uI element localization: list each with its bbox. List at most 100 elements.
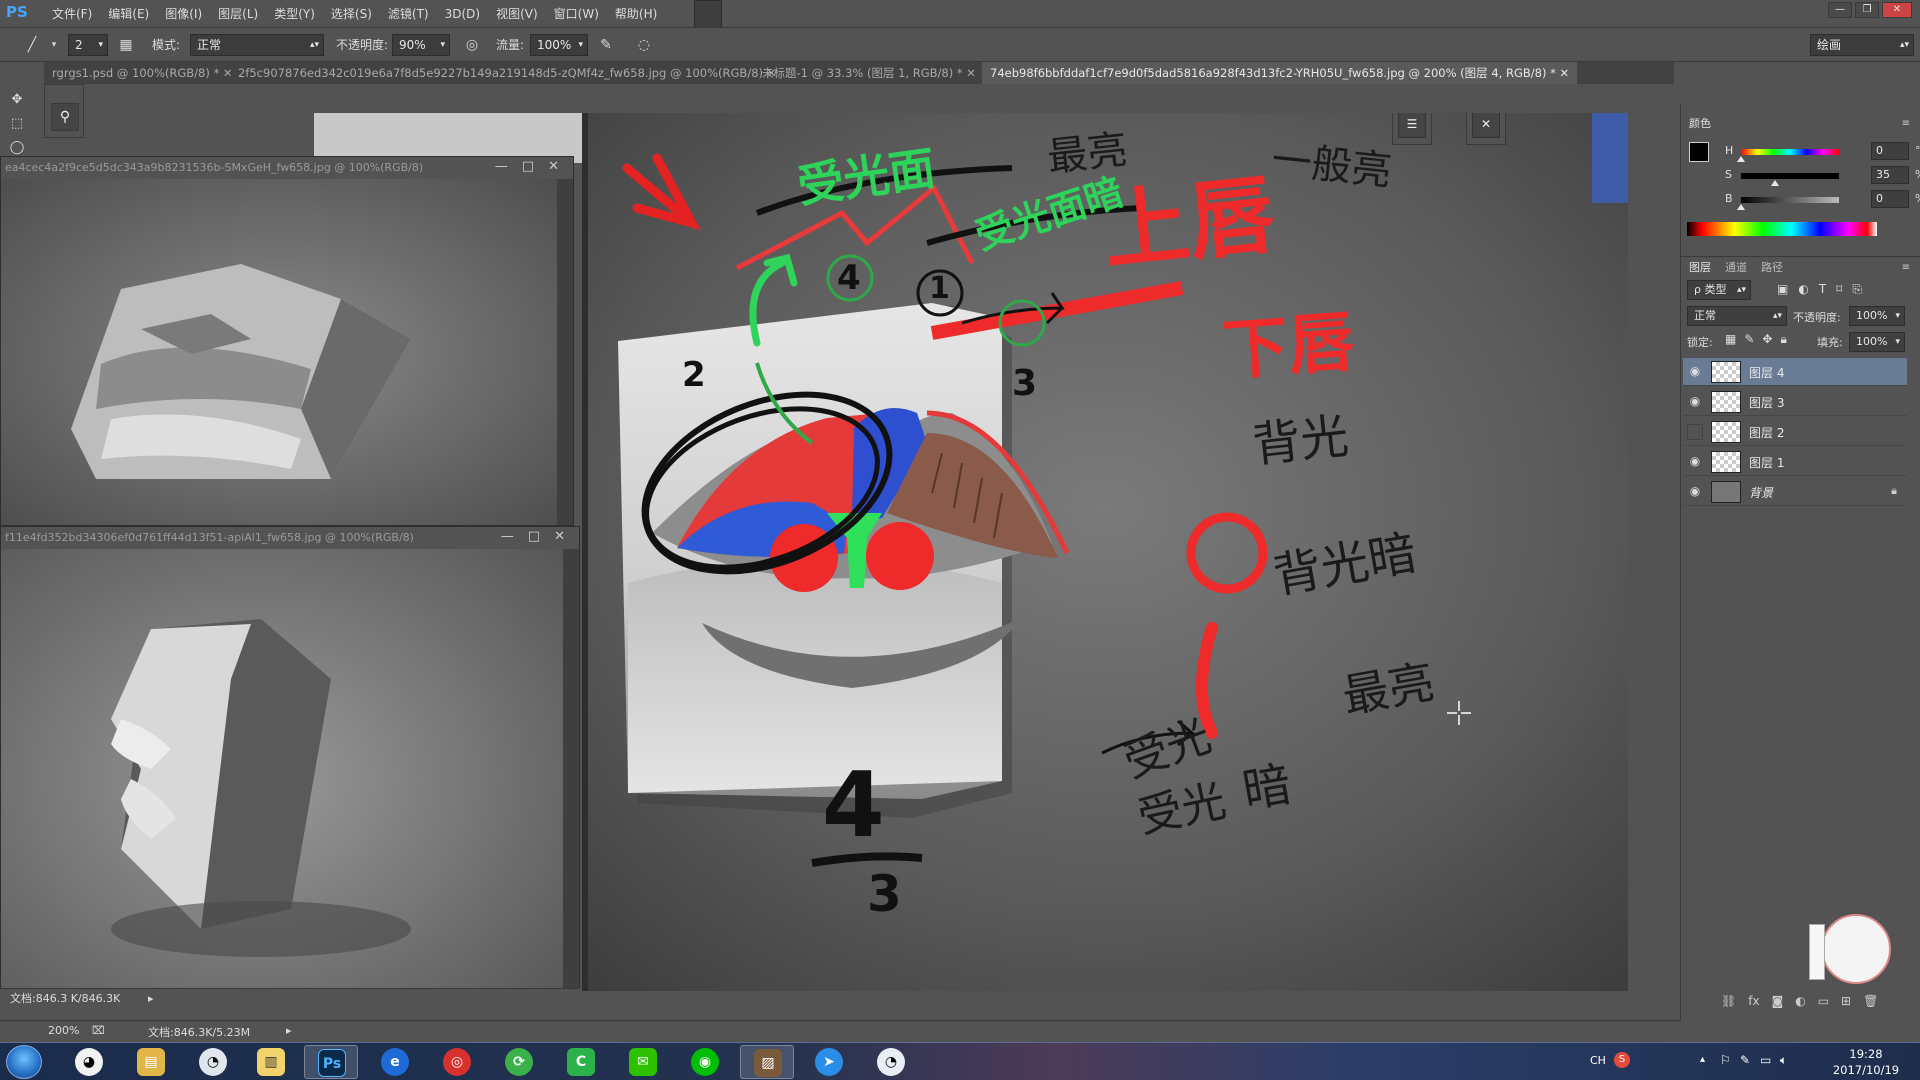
tray-input-icon[interactable]: ✎: [1740, 1053, 1750, 1067]
pressure-size-icon[interactable]: ◌: [634, 35, 654, 55]
mode-select[interactable]: 正常 ▴▾: [190, 34, 324, 56]
doc-window-top-canvas[interactable]: [1, 179, 557, 525]
color-panel-title[interactable]: 颜色: [1689, 116, 1711, 132]
saturation-value-input[interactable]: 35: [1871, 166, 1909, 184]
clock[interactable]: 19:28 2017/10/19: [1826, 1046, 1906, 1078]
marquee-tool-icon[interactable]: ⬚: [8, 116, 26, 134]
foreground-color-swatch[interactable]: [1689, 142, 1709, 162]
vertical-scrollbar[interactable]: [557, 179, 573, 525]
tab-channels[interactable]: 通道: [1725, 260, 1747, 276]
hue-value-input[interactable]: 0: [1871, 142, 1909, 160]
close-icon[interactable]: ✕: [966, 66, 976, 80]
fx-icon[interactable]: fx: [1748, 994, 1759, 1008]
folder-icon[interactable]: ▭: [1818, 994, 1829, 1008]
chevron-down-icon[interactable]: ▾: [44, 35, 64, 55]
close-icon[interactable]: ✕: [548, 159, 559, 174]
tools-cross-icon[interactable]: ✕: [1472, 113, 1500, 138]
airbrush-icon[interactable]: ✎: [596, 35, 616, 55]
menu-edit[interactable]: 编辑(E): [100, 0, 157, 28]
slider-thumb[interactable]: [1737, 204, 1745, 210]
close-icon[interactable]: ✕: [1560, 66, 1570, 80]
eye-icon[interactable]: ◉: [1687, 454, 1703, 470]
menu-view[interactable]: 视图(V): [488, 0, 546, 28]
minimize-icon[interactable]: —: [495, 159, 508, 174]
layer-filter-select[interactable]: ρ 类型 ▴▾: [1687, 280, 1751, 300]
brush-panel-icon[interactable]: ▦: [116, 35, 136, 55]
show-hidden-icons[interactable]: ▴: [1700, 1054, 1705, 1065]
opacity-input[interactable]: 90% ▾: [392, 34, 450, 56]
lock-pixels-icon[interactable]: ✎: [1744, 332, 1754, 347]
menu-filter[interactable]: 滤镜(T): [380, 0, 437, 28]
menu-select[interactable]: 选择(S): [323, 0, 380, 28]
panel-menu-icon[interactable]: ≡: [1902, 262, 1910, 273]
hue-slider[interactable]: [1741, 149, 1839, 155]
start-button[interactable]: [6, 1045, 42, 1079]
tab-layers[interactable]: 图层: [1689, 260, 1711, 276]
brightness-slider[interactable]: [1741, 197, 1839, 203]
move-tool-icon[interactable]: ✥: [8, 92, 26, 110]
sogou-ime-icon[interactable]: S: [1614, 1052, 1630, 1068]
blend-mode-select[interactable]: 正常 ▴▾: [1687, 306, 1787, 326]
tab-74eb98f6[interactable]: 74eb98f6bbfddaf1cf7e9d0f5dad5816a928f43d…: [982, 62, 1578, 84]
panel-menu-icon[interactable]: ≡: [1902, 118, 1910, 129]
minimize-icon[interactable]: —: [501, 529, 514, 544]
menu-window[interactable]: 窗口(W): [546, 0, 607, 28]
fill-input[interactable]: 100% ▾: [1849, 332, 1905, 352]
doc-window-bottom[interactable]: f11e4fd352bd34306ef0d761ff44d13f51-apiAl…: [0, 526, 580, 1008]
menu-type[interactable]: 类型(Y): [266, 0, 323, 28]
layer-name[interactable]: 图层 1: [1749, 454, 1784, 471]
saturation-slider[interactable]: [1741, 173, 1839, 179]
brightness-value-input[interactable]: 0: [1871, 190, 1909, 208]
adjustment-filter-icon[interactable]: ◐: [1798, 282, 1808, 297]
layer-row-3[interactable]: ◉ 图层 3: [1683, 388, 1907, 416]
layer-row-background[interactable]: ◉ 背景 🔒︎: [1683, 478, 1907, 506]
ime-indicator[interactable]: CH: [1590, 1054, 1606, 1067]
color-spectrum-ramp[interactable]: [1687, 222, 1877, 236]
shape-filter-icon[interactable]: ⌑: [1836, 282, 1842, 297]
slider-thumb[interactable]: [1737, 156, 1745, 162]
smart-object-filter-icon[interactable]: ⎘: [1852, 282, 1862, 297]
menu-layer[interactable]: 图层(L): [210, 0, 266, 28]
slider-thumb[interactable]: [1771, 180, 1779, 186]
layer-row-1[interactable]: ◉ 图层 1: [1683, 448, 1907, 476]
taskbar-tim[interactable]: ◔: [864, 1045, 918, 1079]
new-layer-icon[interactable]: ⊞: [1841, 994, 1851, 1008]
taskbar-netease-music[interactable]: ◎: [430, 1045, 484, 1079]
main-canvas[interactable]: 受光面 最亮 受光面暗 一般亮 上唇 下唇 背光 背光暗 最亮 受光 受光 暗 …: [582, 113, 1628, 991]
adjustment-icon[interactable]: ◐: [1795, 994, 1805, 1008]
mask-icon[interactable]: ◙: [1772, 994, 1784, 1008]
layer-name[interactable]: 背景: [1749, 484, 1773, 501]
menu-file[interactable]: 文件(F): [44, 0, 100, 28]
tab-2f5c907[interactable]: 2f5c907876ed342c019e6a7f8d5e9227b149a219…: [230, 62, 784, 84]
workspace-select[interactable]: 绘画 ▴▾: [1810, 34, 1914, 56]
taskbar-feishu[interactable]: ➤: [802, 1045, 856, 1079]
brush-tool-icon[interactable]: ╱: [22, 35, 42, 55]
network-icon[interactable]: ▭: [1760, 1053, 1771, 1067]
eye-hidden-icon[interactable]: [1687, 424, 1703, 440]
layer-opacity-input[interactable]: 100% ▾: [1849, 306, 1905, 326]
link-icon[interactable]: ⛓: [1721, 994, 1736, 1008]
zoom-level[interactable]: 200%: [48, 1024, 79, 1037]
layer-row-4[interactable]: ◉ 图层 4: [1683, 358, 1907, 386]
doc-window-bottom-title[interactable]: f11e4fd352bd34306ef0d761ff44d13f51-apiAl…: [1, 527, 579, 549]
minimize-button[interactable]: —: [1828, 2, 1852, 18]
tab-paths[interactable]: 路径: [1761, 260, 1783, 276]
vertical-scrollbar[interactable]: [563, 549, 579, 1007]
lock-transparency-icon[interactable]: ▦: [1725, 332, 1736, 347]
chevron-right-icon[interactable]: ▸: [286, 1024, 292, 1037]
maximize-icon[interactable]: □: [528, 529, 540, 544]
taskbar-camtasia[interactable]: C: [554, 1045, 608, 1079]
lock-position-icon[interactable]: ✥: [1762, 332, 1772, 347]
trash-icon[interactable]: 🗑︎: [1863, 994, 1878, 1008]
layer-name[interactable]: 图层 4: [1749, 364, 1784, 381]
taskbar-qq[interactable]: ◕: [62, 1045, 116, 1079]
eye-icon[interactable]: ◉: [1687, 484, 1703, 500]
clone-source-icon[interactable]: ⚲: [51, 103, 79, 131]
taskbar-photoshop[interactable]: Ps: [304, 1045, 358, 1079]
layer-name[interactable]: 图层 2: [1749, 424, 1784, 441]
close-button[interactable]: ✕: [1882, 2, 1912, 18]
lock-all-icon[interactable]: 🔒︎: [1780, 332, 1786, 347]
eye-icon[interactable]: ◉: [1687, 394, 1703, 410]
type-filter-icon[interactable]: T: [1819, 282, 1826, 297]
menu-image[interactable]: 图像(I): [157, 0, 210, 28]
